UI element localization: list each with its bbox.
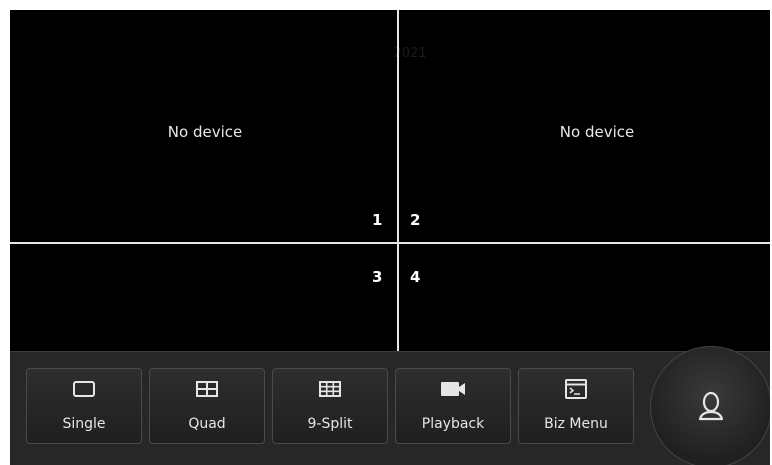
user-icon	[698, 391, 724, 421]
vertical-divider	[397, 10, 399, 351]
single-view-label: Single	[62, 416, 106, 432]
nine-split-icon	[319, 381, 341, 397]
video-preview-screen: 2021 No device No device 1 2 3 4 Single …	[10, 10, 770, 465]
bottom-toolbar: Single Quad 9-Split Playback Biz Menu	[10, 346, 770, 465]
playback-label: Playback	[421, 416, 485, 432]
quad-view-icon	[196, 381, 218, 397]
biz-menu-button[interactable]: Biz Menu	[518, 368, 634, 444]
nine-split-button[interactable]: 9-Split	[272, 368, 388, 444]
terminal-window-icon	[565, 379, 587, 399]
user-login-button[interactable]	[650, 346, 770, 465]
quad-view-button[interactable]: Quad	[149, 368, 265, 444]
playback-button[interactable]: Playback	[395, 368, 511, 444]
pane-2-status: No device	[559, 123, 635, 141]
nine-split-label: 9-Split	[307, 416, 353, 432]
single-view-icon	[73, 381, 95, 397]
pane-2-number: 2	[410, 211, 421, 229]
pane-3-number: 3	[372, 268, 383, 286]
quad-view-label: Quad	[188, 416, 226, 432]
pane-1-status: No device	[167, 123, 243, 141]
pane-1-number: 1	[372, 211, 383, 229]
single-view-button[interactable]: Single	[26, 368, 142, 444]
camera-icon	[441, 382, 465, 396]
horizontal-divider	[10, 242, 770, 244]
biz-menu-label: Biz Menu	[544, 416, 608, 432]
overlay-timestamp: 2021	[393, 46, 427, 61]
pane-4-number: 4	[410, 268, 421, 286]
